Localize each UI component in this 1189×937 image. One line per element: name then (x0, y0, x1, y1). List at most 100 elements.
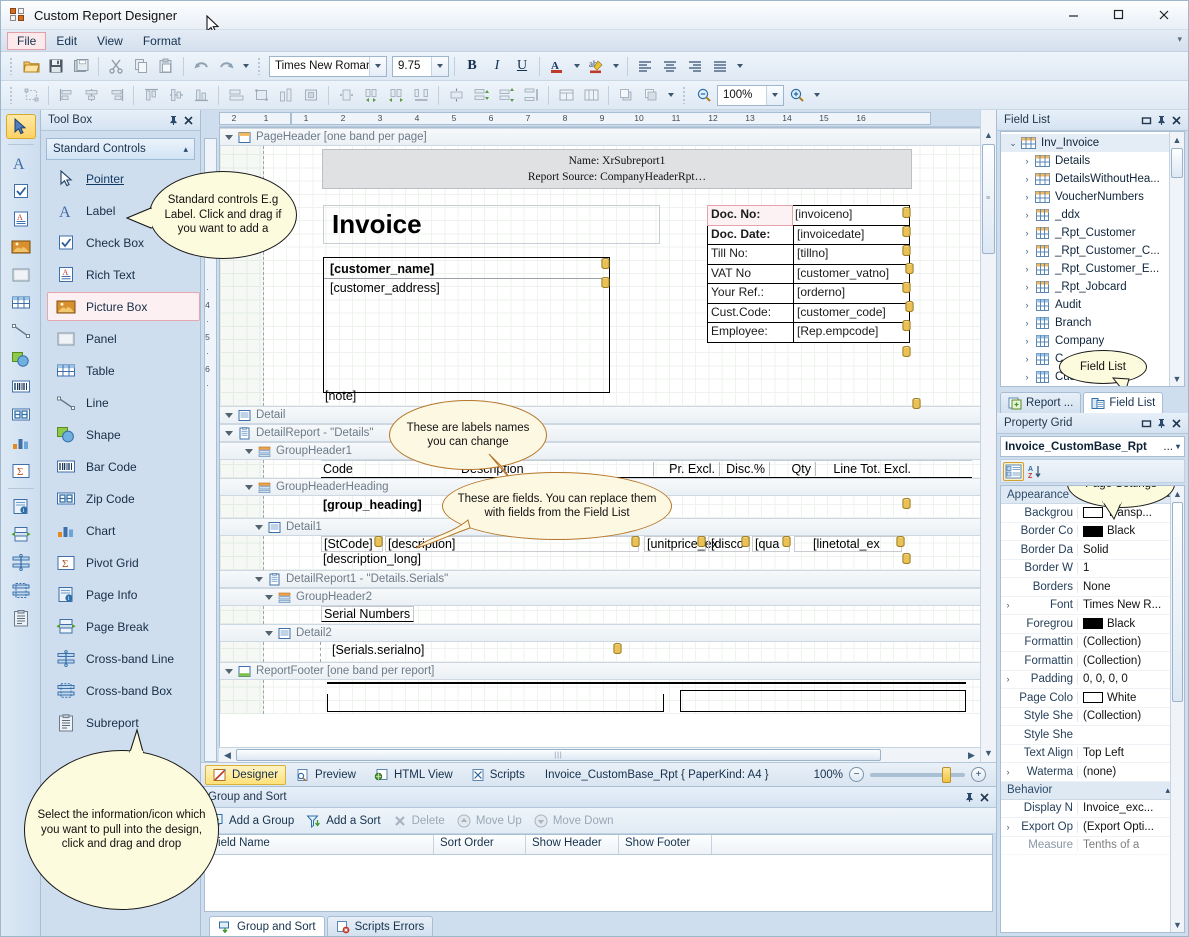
collapse-triangle-icon[interactable] (224, 411, 233, 420)
collapse-triangle-icon[interactable] (224, 133, 233, 142)
tab-report-explorer[interactable]: Report ... (1000, 392, 1082, 413)
property-row-formatting-rule-sheet[interactable]: Formattin (Collection) (1001, 652, 1184, 671)
strip-pagebreak-icon[interactable] (6, 522, 36, 547)
restore-icon[interactable] (1139, 113, 1154, 128)
strip-barcode-icon[interactable] (6, 374, 36, 399)
property-value[interactable]: (Collection) (1077, 710, 1184, 723)
strip-crossbandline-icon[interactable] (6, 550, 36, 575)
move-down-button[interactable]: Move Down (534, 814, 614, 828)
property-row-export-options[interactable]: › Export Op (Export Opti... (1001, 818, 1184, 837)
alphabetical-sort-button[interactable]: AZ (1028, 464, 1046, 479)
toolbox-group-standard-controls[interactable]: Standard Controls ▴ (46, 138, 195, 160)
strip-panel-icon[interactable] (6, 262, 36, 287)
scroll-down-arrow-icon[interactable]: ▼ (1170, 372, 1184, 385)
collapse-triangle-icon[interactable] (264, 629, 273, 638)
field-list-item-details-without-header[interactable]: › DetailsWithoutHea... (1001, 170, 1169, 188)
font-color-icon[interactable]: A (545, 55, 569, 78)
center-horizontally-icon[interactable] (334, 84, 358, 107)
tab-scripts-errors[interactable]: Scripts Errors (326, 916, 434, 936)
field-list-item-ddx[interactable]: › _ddx (1001, 206, 1169, 224)
decrease-h-spacing-icon[interactable] (359, 84, 383, 107)
restore-icon[interactable] (1139, 416, 1154, 431)
field-list-item-branch[interactable]: › Branch (1001, 314, 1169, 332)
property-row-measure-units[interactable]: Measure Tenths of a (1001, 837, 1184, 855)
strip-richtext-icon[interactable]: A (6, 206, 36, 231)
underline-button[interactable]: U (510, 55, 534, 78)
tab-field-list[interactable]: Field List (1083, 392, 1164, 413)
scroll-down-arrow-icon[interactable]: ▼ (981, 746, 996, 760)
property-row-page-color[interactable]: Page Colo White (1001, 689, 1184, 708)
tool-chart[interactable]: Chart (47, 516, 200, 545)
copy-icon[interactable] (129, 55, 153, 78)
make-same-height-icon[interactable] (274, 84, 298, 107)
chevron-right-icon[interactable]: › (1019, 354, 1035, 364)
toolbar-grip[interactable] (8, 57, 15, 76)
close-button[interactable] (1141, 1, 1186, 28)
property-row-foreground[interactable]: Foregrou Black (1001, 615, 1184, 634)
scroll-up-arrow-icon[interactable]: ▲ (981, 128, 996, 142)
zoom-overflow-chevron-icon[interactable] (810, 84, 823, 107)
chevron-right-icon[interactable]: › (1019, 300, 1035, 310)
categorized-view-button[interactable] (1003, 461, 1024, 481)
minimize-button[interactable] (1051, 1, 1096, 28)
align-lefts-icon[interactable] (54, 84, 78, 107)
canvas-vscrollbar[interactable]: ▲ ≡ ▼ (980, 110, 996, 762)
band-body-detail1[interactable]: [StCode] [description] (220, 535, 980, 570)
field-list-item-rpt-customer-e[interactable]: › _Rpt_Customer_E... (1001, 260, 1169, 278)
chevron-right-icon[interactable]: › (1001, 600, 1015, 610)
property-value[interactable]: 0, 0, 0, 0 (1077, 673, 1184, 686)
control-serial-numbers-label[interactable]: Serial Numbers (321, 606, 414, 622)
property-row-watermark[interactable]: › Waterma (none) (1001, 763, 1184, 782)
tab-group-and-sort[interactable]: Group and Sort (209, 916, 325, 936)
chevron-down-icon[interactable]: ▾ (1176, 442, 1184, 451)
paste-icon[interactable] (154, 55, 178, 78)
hscroll-thumb[interactable]: ||| (236, 749, 881, 761)
move-up-button[interactable]: Move Up (457, 814, 522, 828)
band-header-detail2[interactable]: Detail2 (220, 624, 980, 642)
equal-h-spacing-icon[interactable] (409, 84, 433, 107)
field-list-tree-container[interactable]: ⌄ Inv_Invoice › Details › DetailsWithout… (1000, 131, 1185, 387)
group-sort-grid[interactable]: Field Name Sort Order Show Header Show F… (204, 834, 993, 912)
scroll-left-arrow-icon[interactable]: ◀ (221, 748, 234, 762)
property-value[interactable]: White (1077, 691, 1184, 704)
column-sort-order[interactable]: Sort Order (434, 835, 526, 854)
field-list-item-details[interactable]: › Details (1001, 152, 1169, 170)
menu-edit[interactable]: Edit (46, 32, 87, 50)
collapse-triangle-icon[interactable] (244, 447, 253, 456)
fit-height-icon[interactable] (579, 84, 603, 107)
strip-checkbox-icon[interactable] (6, 178, 36, 203)
property-row-display-name[interactable]: Display N Invoice_exc... (1001, 800, 1184, 818)
chevron-right-icon[interactable]: › (1019, 156, 1035, 166)
add-a-sort-button[interactable]: Add a Sort (306, 814, 381, 828)
strip-chart-icon[interactable] (6, 430, 36, 455)
property-category-behavior[interactable]: Behavior ▴ (1001, 781, 1184, 800)
property-value[interactable]: (Collection) (1077, 654, 1184, 667)
undo-history-chevron-icon[interactable] (239, 55, 252, 78)
size-to-control-icon[interactable] (299, 84, 323, 107)
zoom-out-button[interactable]: − (849, 767, 864, 782)
align-tops-icon[interactable] (139, 84, 163, 107)
vscroll-thumb[interactable]: ≡ (982, 144, 995, 254)
band-header-detailreport[interactable]: DetailReport - "Details" (220, 424, 980, 442)
font-color-chevron-icon[interactable] (570, 55, 583, 78)
open-icon[interactable] (19, 55, 43, 78)
tool-cross-band-box[interactable]: Cross-band Box (47, 676, 200, 705)
make-same-width-icon[interactable] (224, 84, 248, 107)
property-value[interactable]: Black (1077, 525, 1184, 538)
align-rights-icon[interactable] (104, 84, 128, 107)
close-icon[interactable] (181, 113, 196, 128)
chevron-right-icon[interactable]: › (1019, 228, 1035, 238)
undo-icon[interactable] (189, 55, 213, 78)
font-name-chevron-icon[interactable] (369, 56, 386, 76)
field-list-vscroll-thumb[interactable] (1171, 148, 1183, 178)
font-size-combo[interactable]: 9.75 (392, 55, 449, 77)
font-name-combo[interactable]: Times New Roman (269, 55, 387, 77)
property-row-style-sheet[interactable]: Style She (Collection) (1001, 708, 1184, 726)
control-note-field[interactable]: [note] (325, 389, 356, 403)
decrease-v-spacing-icon[interactable] (469, 84, 493, 107)
strip-crossbandbox-icon[interactable] (6, 578, 36, 603)
field-list-item-rpt-jobcard[interactable]: › _Rpt_Jobcard (1001, 278, 1169, 296)
property-row-border-width[interactable]: Border W 1 (1001, 560, 1184, 578)
pin-icon[interactable] (1154, 416, 1169, 431)
chevron-right-icon[interactable]: › (1019, 336, 1035, 346)
